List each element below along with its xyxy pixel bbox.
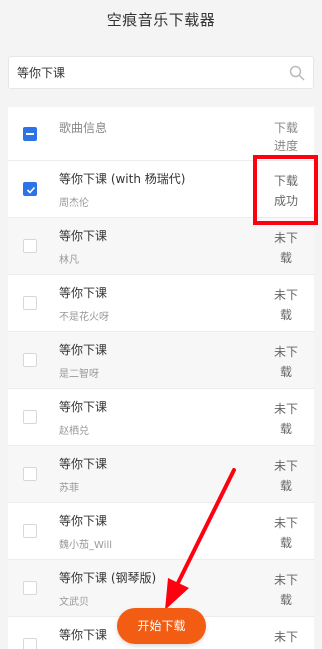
download-status: 未下载 (274, 288, 299, 322)
select-all-checkbox[interactable] (23, 127, 37, 141)
song-title: 等你下课 (59, 343, 108, 357)
song-artist: 赵栖兑 (59, 426, 89, 437)
annotation-highlight-box (253, 155, 318, 225)
app-title: 空痕音乐下载器 (106, 11, 216, 29)
table-row[interactable]: 等你下课 赵栖兑 未下载 (8, 389, 314, 446)
row-checkbox[interactable] (23, 182, 37, 196)
song-title: 等你下课 (59, 628, 108, 642)
row-checkbox[interactable] (23, 296, 37, 310)
song-artist: 文武贝 (59, 597, 89, 608)
download-status: 未下载 (274, 573, 299, 607)
download-status: 未下载 (274, 345, 299, 379)
table-row[interactable]: 等你下课 苏菲 未下载 (8, 446, 314, 503)
search-bar (8, 56, 314, 89)
song-artist: 是二智呀 (59, 369, 99, 380)
song-artist: 周杰伦 (59, 198, 89, 209)
table-row[interactable]: 等你下课 不是花火呀 未下载 (8, 275, 314, 332)
song-artist: 不是花火呀 (59, 312, 109, 323)
table-header: 歌曲信息 下载进度 (8, 107, 314, 161)
table-row[interactable]: 等你下课 是二智呀 未下载 (8, 332, 314, 389)
download-status: 未下载 (274, 516, 299, 550)
download-status: 未下载 (274, 630, 299, 644)
song-title: 等你下课 (钢琴版) (59, 571, 157, 585)
song-title: 等你下课 (59, 229, 108, 243)
row-checkbox[interactable] (23, 239, 37, 253)
song-artist: 苏菲 (59, 483, 79, 494)
table-row[interactable]: 等你下课 魏小茄_Will 未下载 (8, 503, 314, 560)
row-checkbox[interactable] (23, 638, 37, 649)
download-status: 未下载 (274, 231, 299, 265)
header-progress: 下载进度 (274, 121, 299, 153)
row-checkbox[interactable] (23, 467, 37, 481)
song-artist: 林凡 (59, 255, 79, 266)
search-input[interactable] (17, 57, 287, 88)
row-checkbox[interactable] (23, 353, 37, 367)
table-row[interactable]: 等你下课 林凡 未下载 (8, 218, 314, 275)
header-song-info: 歌曲信息 (59, 121, 108, 135)
song-title: 等你下课 (59, 514, 108, 528)
download-status: 未下载 (274, 402, 299, 436)
song-title: 等你下课 (59, 286, 108, 300)
song-title: 等你下课 (59, 400, 108, 414)
row-checkbox[interactable] (23, 581, 37, 595)
song-artist: 魏小茄_Will (59, 540, 113, 551)
song-title: 等你下课 (with 杨瑞代) (59, 172, 186, 186)
row-checkbox[interactable] (23, 524, 37, 538)
app-header: 空痕音乐下载器 (0, 0, 322, 38)
song-title: 等你下课 (59, 457, 108, 471)
start-download-button[interactable]: 开始下载 (117, 608, 206, 644)
download-status: 未下载 (274, 459, 299, 493)
row-checkbox[interactable] (23, 410, 37, 424)
search-icon[interactable] (289, 65, 305, 81)
